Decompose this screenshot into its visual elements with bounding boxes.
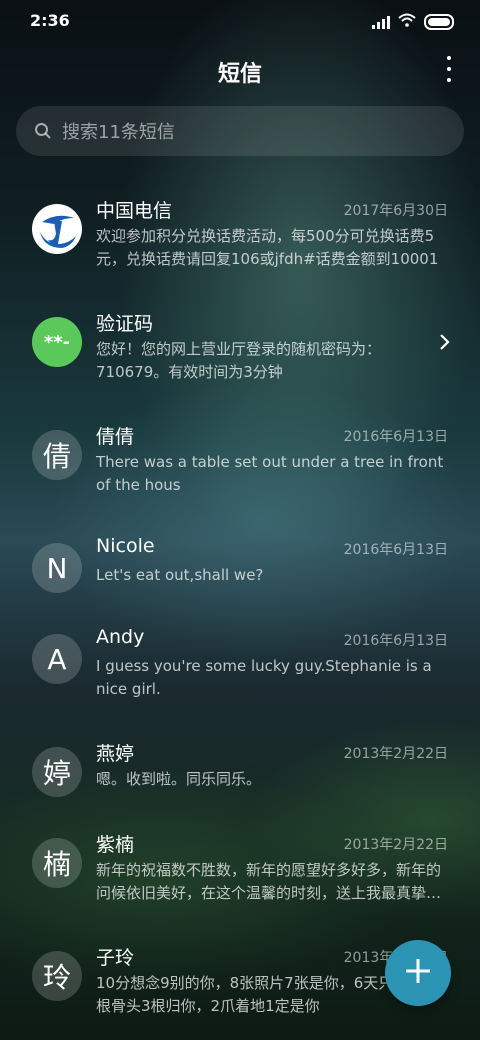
new-message-button[interactable] xyxy=(385,940,451,1006)
conversation-item[interactable]: 婷 燕婷 2013年2月22日 嗯。收到啦。同乐同乐。 xyxy=(0,721,480,812)
status-icons xyxy=(372,12,454,31)
conversation-preview: I guess you're some lucky guy.Stephanie … xyxy=(96,657,432,698)
conversation-date: 2013年2月22日 xyxy=(343,837,448,853)
conversation-list: 中国电信 2017年6月30日 欢迎参加积分兑换话费活动，每500分可兑换话费5… xyxy=(0,178,480,1038)
conversation-name: 中国电信 xyxy=(96,200,173,222)
more-options-icon[interactable] xyxy=(444,56,454,82)
battery-icon xyxy=(424,13,454,30)
conversation-date: 2017年6月30日 xyxy=(343,203,448,219)
search-placeholder: 搜索11条短信 xyxy=(62,122,175,143)
page-title: 短信 xyxy=(217,62,262,87)
header: 短信 xyxy=(0,50,480,90)
conversation-preview: 您好！您的网上营业厅登录的随机密码为：710679。有效时间为3分钟 xyxy=(96,340,382,381)
conversation-date: 2016年6月13日 xyxy=(343,429,448,445)
avatar: N xyxy=(32,543,82,593)
conversation-name: Andy xyxy=(96,626,145,648)
avatar: A xyxy=(32,634,82,684)
conversation-preview: 嗯。收到啦。同乐同乐。 xyxy=(96,770,262,788)
avatar: 玲 xyxy=(32,951,82,1001)
conversation-preview: Let's eat out,shall we? xyxy=(96,566,264,584)
verification-code-icon: **- xyxy=(32,317,82,367)
signal-icon xyxy=(372,15,390,29)
conversation-preview: 新年的祝福数不胜数，新年的愿望好多好多，新年的问候依旧美好，在这个温馨的时刻，送… xyxy=(96,861,442,902)
conversation-preview: 欢迎参加积分兑换话费活动，每500分可兑换话费5元，兑换话费请回复106或jfd… xyxy=(96,227,439,268)
conversation-date: 2016年6月13日 xyxy=(343,633,448,649)
status-time: 2:36 xyxy=(30,11,70,30)
search-icon xyxy=(34,122,52,140)
conversation-item[interactable]: 中国电信 2017年6月30日 欢迎参加积分兑换话费活动，每500分可兑换话费5… xyxy=(0,178,480,291)
avatar: 婷 xyxy=(32,747,82,797)
conversation-name: 燕婷 xyxy=(96,743,135,765)
conversation-name: 倩倩 xyxy=(96,426,135,448)
conversation-date: 2013年2月22日 xyxy=(343,746,448,762)
conversation-name: Nicole xyxy=(96,535,155,557)
conversation-item[interactable]: **- 验证码 您好！您的网上营业厅登录的随机密码为：710679。有效时间为3… xyxy=(0,291,480,404)
conversation-preview: There was a table set out under a tree i… xyxy=(96,453,444,494)
status-bar: 2:36 xyxy=(0,0,480,42)
conversation-item[interactable]: A Andy 2016年6月13日 I guess you're some lu… xyxy=(0,608,480,721)
conversation-date: 2016年6月13日 xyxy=(343,542,448,558)
plus-icon xyxy=(404,957,432,989)
conversation-item[interactable]: N Nicole 2016年6月13日 Let's eat out,shall … xyxy=(0,517,480,608)
avatar: 楠 xyxy=(32,838,82,888)
conversation-name: 紫楠 xyxy=(96,834,135,856)
wifi-icon xyxy=(398,12,416,31)
avatar: 倩 xyxy=(32,430,82,480)
conversation-item[interactable]: 楠 紫楠 2013年2月22日 新年的祝福数不胜数，新年的愿望好多好多，新年的问… xyxy=(0,812,480,925)
conversation-item[interactable]: 倩 倩倩 2016年6月13日 There was a table set ou… xyxy=(0,404,480,517)
conversation-name: 验证码 xyxy=(96,313,154,335)
china-telecom-logo-icon xyxy=(32,204,82,254)
chevron-right-icon[interactable] xyxy=(438,333,450,355)
conversation-name: 子玲 xyxy=(96,947,135,969)
search-bar[interactable]: 搜索11条短信 xyxy=(16,106,464,156)
